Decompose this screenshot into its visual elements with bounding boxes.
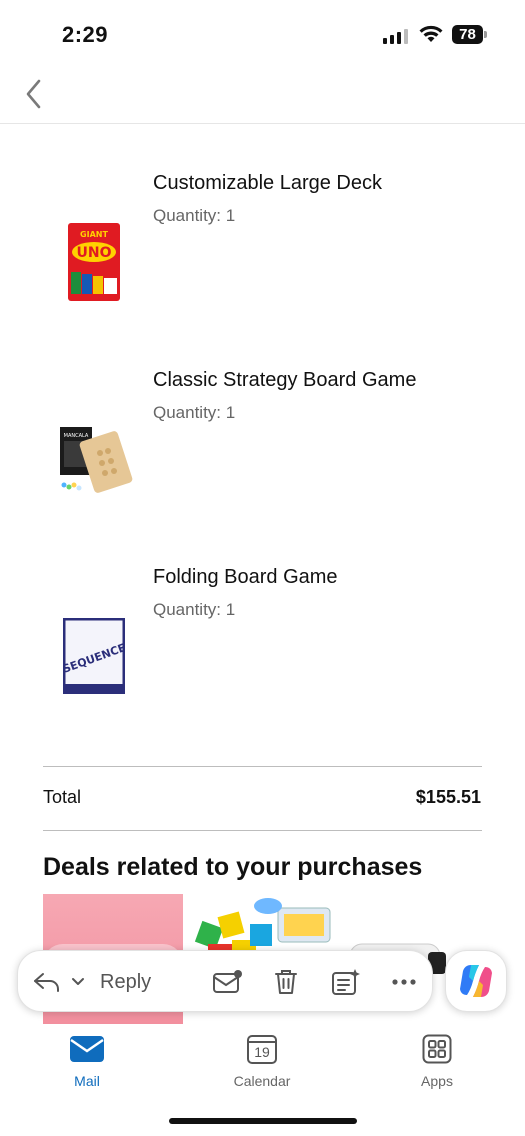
item-quantity: Quantity: 1 bbox=[153, 403, 236, 422]
wifi-icon bbox=[419, 25, 443, 42]
svg-text:UNO: UNO bbox=[77, 245, 112, 261]
tab-mail[interactable]: Mail bbox=[37, 1032, 137, 1096]
tab-label: Mail bbox=[74, 1073, 100, 1089]
delete-button[interactable] bbox=[271, 966, 301, 998]
svg-text:GIANT: GIANT bbox=[80, 230, 108, 239]
item-title: Classic Strategy Board Game bbox=[153, 369, 417, 391]
order-item: Folding Board Game Quantity: 1 SEQUENCE bbox=[0, 566, 525, 746]
apps-icon bbox=[419, 1032, 455, 1066]
tab-label: Calendar bbox=[233, 1073, 291, 1089]
tab-calendar[interactable]: 19 Calendar bbox=[212, 1032, 312, 1096]
message-action-bar: Reply bbox=[17, 950, 433, 1012]
item-thumbnail[interactable]: MANCALA bbox=[52, 409, 136, 509]
deals-heading: Deals related to your purchases bbox=[43, 853, 423, 881]
total-label: Total bbox=[43, 787, 82, 807]
item-title: Folding Board Game bbox=[153, 566, 338, 588]
total-value: $155.51 bbox=[415, 787, 481, 807]
reply-icon bbox=[34, 973, 59, 992]
status-bar: 2:29 78 bbox=[0, 0, 525, 68]
divider bbox=[43, 766, 482, 767]
reply-label: Reply bbox=[100, 970, 152, 993]
order-item: Classic Strategy Board Game Quantity: 1 … bbox=[0, 369, 525, 549]
item-quantity: Quantity: 1 bbox=[153, 600, 236, 619]
more-button[interactable] bbox=[389, 966, 419, 998]
sequence-product-image: SEQUENCE bbox=[63, 618, 125, 694]
more-icon bbox=[392, 979, 416, 985]
calendar-icon: 19 bbox=[244, 1032, 280, 1066]
reply-button[interactable]: Reply bbox=[32, 965, 151, 999]
mancala-product-image: MANCALA bbox=[60, 427, 133, 493]
nav-header bbox=[0, 68, 525, 124]
item-quantity: Quantity: 1 bbox=[153, 206, 236, 225]
tab-apps[interactable]: Apps bbox=[387, 1032, 487, 1096]
divider bbox=[43, 830, 482, 831]
item-title: Customizable Large Deck bbox=[153, 172, 382, 194]
copilot-button[interactable] bbox=[445, 950, 507, 1012]
back-button[interactable] bbox=[20, 76, 50, 112]
cellular-signal-icon bbox=[383, 28, 408, 44]
svg-text:MANCALA: MANCALA bbox=[64, 433, 89, 439]
mark-unread-button[interactable] bbox=[212, 966, 242, 998]
uno-product-image: GIANT UNO bbox=[68, 223, 120, 301]
chevron-down-icon[interactable] bbox=[70, 976, 86, 988]
summarize-button[interactable] bbox=[331, 966, 361, 998]
summarize-icon bbox=[332, 969, 360, 995]
item-thumbnail[interactable]: SEQUENCE bbox=[52, 606, 136, 706]
order-item: Customizable Large Deck Quantity: 1 GIAN… bbox=[0, 172, 525, 352]
trash-icon bbox=[275, 970, 297, 994]
home-indicator bbox=[169, 1118, 357, 1124]
item-thumbnail[interactable]: GIANT UNO bbox=[52, 212, 136, 312]
battery-level: 78 bbox=[459, 26, 476, 43]
mark-unread-icon bbox=[213, 970, 242, 993]
battery-icon: 78 bbox=[452, 25, 488, 44]
copilot-icon bbox=[460, 965, 492, 997]
chevron-left-icon bbox=[26, 79, 41, 109]
mail-icon bbox=[69, 1032, 105, 1066]
calendar-date: 19 bbox=[254, 1044, 270, 1060]
tab-label: Apps bbox=[421, 1073, 453, 1089]
status-time: 2:29 bbox=[62, 22, 109, 47]
